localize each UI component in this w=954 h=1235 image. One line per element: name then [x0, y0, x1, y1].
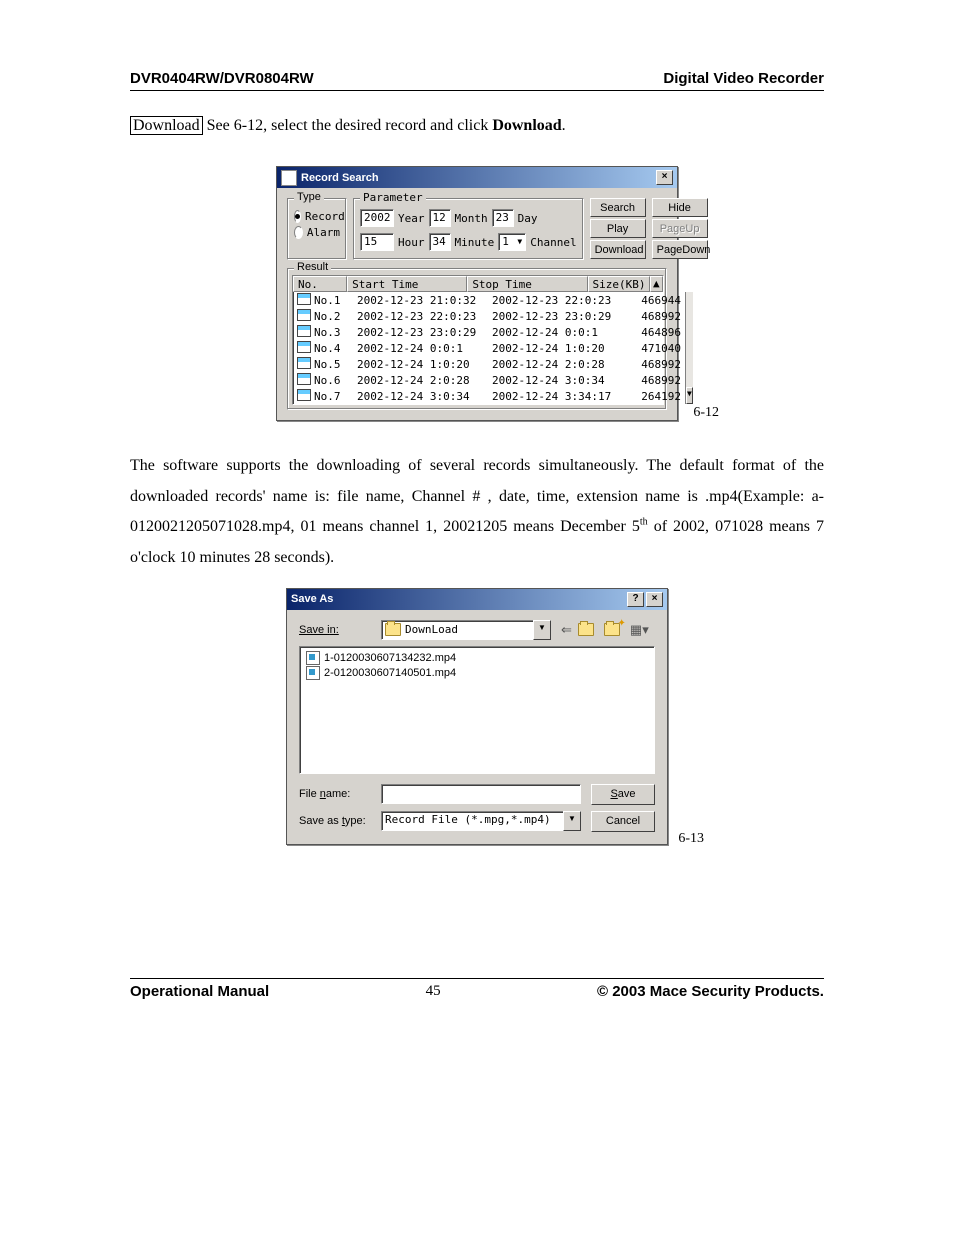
radio-dot-icon [294, 226, 303, 239]
savetype-label: Save as type: [299, 815, 371, 827]
radio-alarm[interactable]: Alarm [294, 226, 340, 239]
radio-dot-icon [294, 210, 301, 223]
table-row[interactable]: No.22002-12-23 22:0:232002-12-23 23:0:29… [293, 308, 685, 324]
col-no[interactable]: No. [293, 276, 347, 292]
figure-label: 6-12 [693, 405, 719, 421]
folder-icon [385, 623, 401, 636]
footer-left: Operational Manual [130, 983, 269, 1000]
minute-input[interactable]: 34 [429, 233, 451, 251]
filename-input[interactable] [381, 784, 581, 804]
dialog-title: Record Search [301, 172, 379, 184]
pagedown-button[interactable]: PageDown [652, 240, 708, 259]
table-row[interactable]: No.62002-12-24 2:0:282002-12-24 3:0:3446… [293, 372, 685, 388]
parameter-group: 2002 Year 12 Month 23 Day 15 Hour 34 Min… [353, 198, 584, 260]
header-title: Digital Video Recorder [663, 70, 824, 87]
play-button[interactable]: Play [590, 219, 646, 238]
result-header[interactable]: No. Start Time Stop Time Size(KB) ▲ [293, 276, 663, 292]
dialog-title: Save As [291, 593, 333, 605]
scroll-up-button[interactable]: ▲ [650, 276, 663, 292]
search-button[interactable]: Search [590, 198, 646, 217]
col-size[interactable]: Size(KB) [588, 276, 650, 292]
channel-select[interactable]: 1▼ [498, 233, 526, 251]
day-input[interactable]: 23 [492, 209, 514, 227]
page-footer: Operational Manual 45 © 2003 Mace Securi… [130, 978, 824, 1000]
record-search-titlebar[interactable]: Record Search × [277, 167, 677, 188]
app-icon [281, 170, 297, 186]
radio-record[interactable]: Record [294, 210, 340, 223]
hour-input[interactable]: 15 [360, 233, 394, 251]
table-row[interactable]: No.12002-12-23 21:0:322002-12-23 22:0:23… [293, 292, 685, 308]
type-group: Record Alarm [287, 198, 347, 260]
list-item[interactable]: 2-0120030607140501.mp4 [306, 666, 648, 681]
back-icon[interactable]: ⇐ [561, 622, 572, 638]
list-item[interactable]: 1-0120030607134232.mp4 [306, 651, 648, 666]
record-icon [297, 325, 311, 337]
page-header: DVR0404RW/DVR0804RW Digital Video Record… [130, 70, 824, 91]
up-folder-icon[interactable] [578, 622, 598, 637]
result-table: No. Start Time Stop Time Size(KB) ▲ No.1… [292, 275, 664, 405]
record-icon [297, 293, 311, 305]
view-menu-icon[interactable]: ▦▾ [630, 622, 649, 638]
download-keyword: Download [130, 116, 203, 135]
table-row[interactable]: No.52002-12-24 1:0:202002-12-24 2:0:2846… [293, 356, 685, 372]
intro-paragraph: Download See 6-12, select the desired re… [130, 111, 824, 141]
filename-label: File name: [299, 788, 371, 800]
pageup-button[interactable]: PageUp [652, 219, 708, 238]
record-icon [297, 357, 311, 369]
save-as-titlebar[interactable]: Save As ? × [287, 589, 667, 610]
month-input[interactable]: 12 [429, 209, 451, 227]
table-row[interactable]: No.42002-12-24 0:0:12002-12-24 1:0:20471… [293, 340, 685, 356]
save-button[interactable]: Save [591, 784, 655, 805]
page-number: 45 [426, 983, 441, 1000]
download-button[interactable]: Download [590, 240, 646, 259]
record-search-dialog: Record Search × Record Alarm [276, 166, 678, 421]
record-icon [297, 341, 311, 353]
cancel-button[interactable]: Cancel [591, 811, 655, 832]
table-row[interactable]: No.72002-12-24 3:0:342002-12-24 3:34:172… [293, 388, 685, 404]
figure-label: 6-13 [678, 831, 704, 847]
table-row[interactable]: No.32002-12-23 23:0:292002-12-24 0:0:146… [293, 324, 685, 340]
result-group: No. Start Time Stop Time Size(KB) ▲ No.1… [287, 268, 667, 410]
scrollbar[interactable]: ▼ [685, 292, 693, 404]
new-folder-icon[interactable]: ✦ [604, 622, 624, 637]
savetype-select[interactable]: Record File (*.mpg,*.mp4) [381, 811, 580, 831]
chevron-down-icon[interactable]: ▼ [563, 811, 581, 831]
file-icon [306, 666, 320, 680]
paragraph-2: The software supports the downloading of… [130, 451, 824, 573]
save-as-dialog: Save As ? × Save in: DownLoad ▼ [286, 588, 668, 845]
close-icon[interactable]: × [656, 170, 673, 185]
file-list[interactable]: 1-0120030607134232.mp4 2-012003060714050… [299, 646, 655, 774]
col-stop[interactable]: Stop Time [467, 276, 587, 292]
close-icon[interactable]: × [646, 592, 663, 607]
footer-right: © 2003 Mace Security Products. [597, 983, 824, 1000]
record-icon [297, 309, 311, 321]
file-icon [306, 651, 320, 665]
record-icon [297, 373, 311, 385]
help-icon[interactable]: ? [627, 592, 644, 607]
header-model: DVR0404RW/DVR0804RW [130, 70, 314, 87]
savein-select[interactable]: DownLoad [381, 620, 550, 640]
scroll-down-button[interactable]: ▼ [686, 387, 693, 404]
record-icon [297, 389, 311, 401]
year-input[interactable]: 2002 [360, 209, 394, 227]
col-start[interactable]: Start Time [347, 276, 467, 292]
savein-label: Save in: [299, 624, 371, 636]
chevron-down-icon[interactable]: ▼ [533, 620, 551, 640]
hide-button[interactable]: Hide [652, 198, 708, 217]
